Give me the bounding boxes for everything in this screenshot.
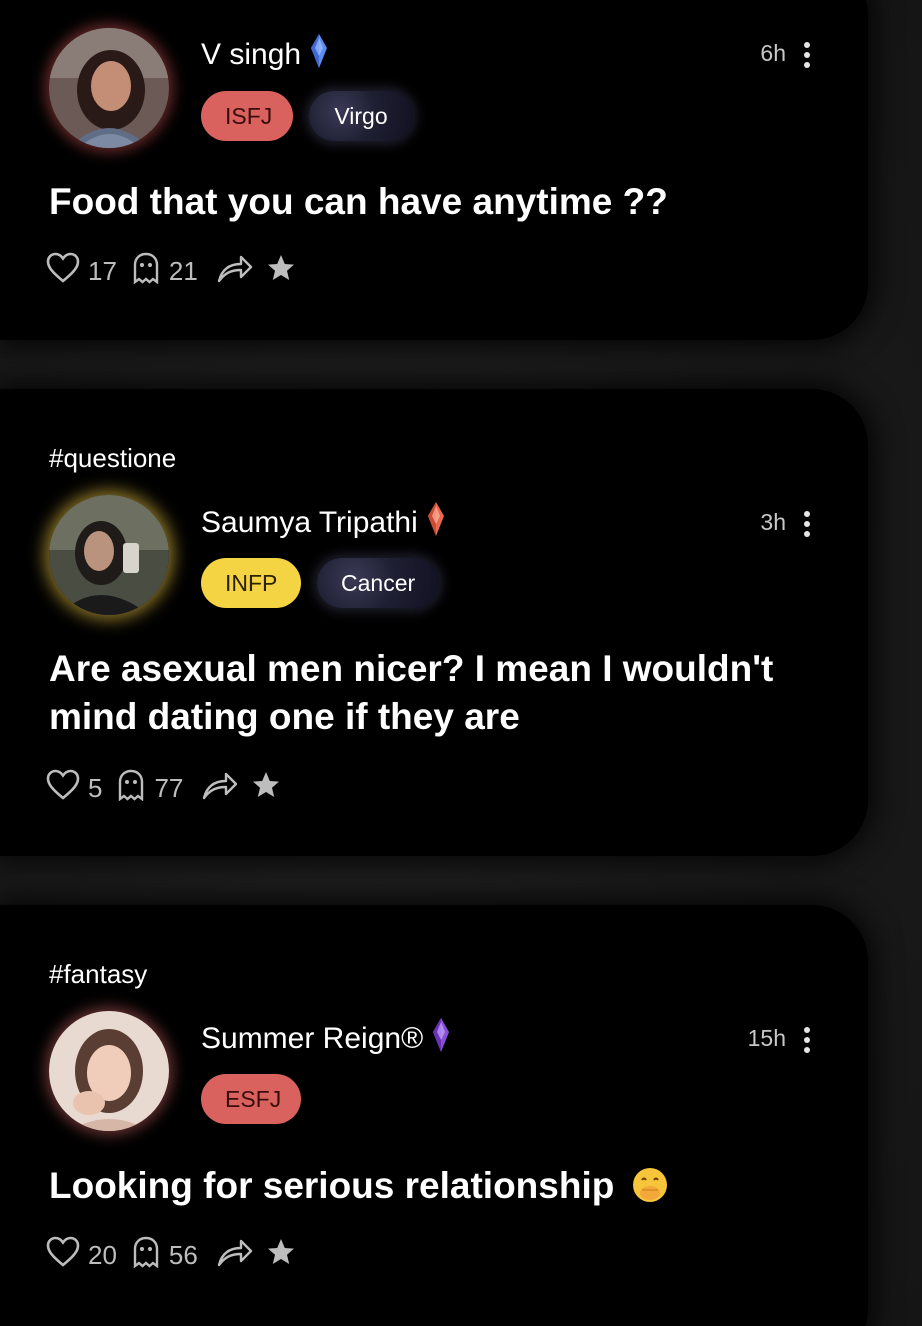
author-name-row[interactable]: V singh bbox=[201, 34, 328, 76]
share-arrow-icon[interactable] bbox=[216, 252, 254, 291]
post-actions: 20 56 bbox=[46, 1236, 296, 1275]
more-vertical-icon[interactable] bbox=[802, 1027, 812, 1053]
author-name[interactable]: V singh bbox=[201, 38, 301, 72]
crystal-icon bbox=[311, 34, 328, 76]
zodiac-badge[interactable]: Cancer bbox=[317, 558, 439, 608]
post-card[interactable]: #questione Saumya Tripathi 3h INFP Cance… bbox=[0, 389, 868, 856]
like-count: 5 bbox=[88, 772, 103, 803]
post-text[interactable]: Food that you can have anytime ?? bbox=[49, 178, 829, 226]
post-card[interactable]: V singh 6h ISFJ Virgo Food that you can … bbox=[0, 0, 868, 340]
crystal-icon bbox=[433, 1018, 450, 1060]
mbti-badge[interactable]: INFP bbox=[201, 558, 301, 608]
author-name[interactable]: Saumya Tripathi bbox=[201, 506, 418, 540]
heart-icon[interactable] bbox=[46, 769, 80, 808]
post-actions: 17 21 bbox=[46, 252, 296, 291]
mbti-badge[interactable]: ISFJ bbox=[201, 91, 293, 141]
heart-icon[interactable] bbox=[46, 252, 80, 291]
share-arrow-icon[interactable] bbox=[201, 769, 239, 808]
post-text-row[interactable]: Looking for serious relationship bbox=[49, 1162, 829, 1216]
post-hashtag[interactable]: #questione bbox=[49, 443, 176, 474]
comment-count: 21 bbox=[168, 255, 198, 286]
ghost-comment-icon[interactable] bbox=[116, 769, 146, 808]
mbti-badge[interactable]: ESFJ bbox=[201, 1074, 301, 1124]
post-actions: 5 77 bbox=[46, 769, 281, 808]
ghost-comment-icon[interactable] bbox=[131, 1236, 161, 1275]
star-icon[interactable] bbox=[266, 1237, 296, 1274]
avatar[interactable] bbox=[49, 495, 169, 615]
zodiac-badge[interactable]: Virgo bbox=[309, 91, 413, 141]
avatar[interactable] bbox=[49, 28, 169, 148]
author-name-row[interactable]: Summer Reign® bbox=[201, 1018, 450, 1060]
feed: V singh 6h ISFJ Virgo Food that you can … bbox=[0, 0, 922, 1326]
author-name-row[interactable]: Saumya Tripathi bbox=[201, 502, 444, 544]
post-card[interactable]: #fantasy Summer Reign® 15h ESFJ Looking … bbox=[0, 905, 868, 1326]
post-time: 6h bbox=[760, 40, 786, 66]
post-time: 3h bbox=[760, 509, 786, 535]
more-vertical-icon[interactable] bbox=[802, 42, 812, 68]
post-time: 15h bbox=[747, 1025, 786, 1051]
crystal-icon bbox=[427, 502, 444, 544]
post-text[interactable]: Are asexual men nicer? I mean I wouldn't… bbox=[49, 645, 829, 741]
share-arrow-icon[interactable] bbox=[216, 1236, 254, 1275]
hand-over-mouth-emoji bbox=[631, 1166, 669, 1216]
post-hashtag[interactable]: #fantasy bbox=[49, 959, 147, 990]
more-vertical-icon[interactable] bbox=[802, 511, 812, 537]
like-count: 17 bbox=[88, 255, 117, 286]
star-icon[interactable] bbox=[266, 253, 296, 290]
heart-icon[interactable] bbox=[46, 1236, 80, 1275]
comment-count: 77 bbox=[154, 772, 184, 803]
comment-count: 56 bbox=[168, 1239, 198, 1270]
star-icon[interactable] bbox=[251, 770, 281, 807]
post-text[interactable]: Looking for serious relationship bbox=[49, 1165, 614, 1206]
avatar[interactable] bbox=[49, 1011, 169, 1131]
ghost-comment-icon[interactable] bbox=[131, 252, 161, 291]
author-name[interactable]: Summer Reign® bbox=[201, 1022, 423, 1056]
like-count: 20 bbox=[88, 1239, 117, 1270]
